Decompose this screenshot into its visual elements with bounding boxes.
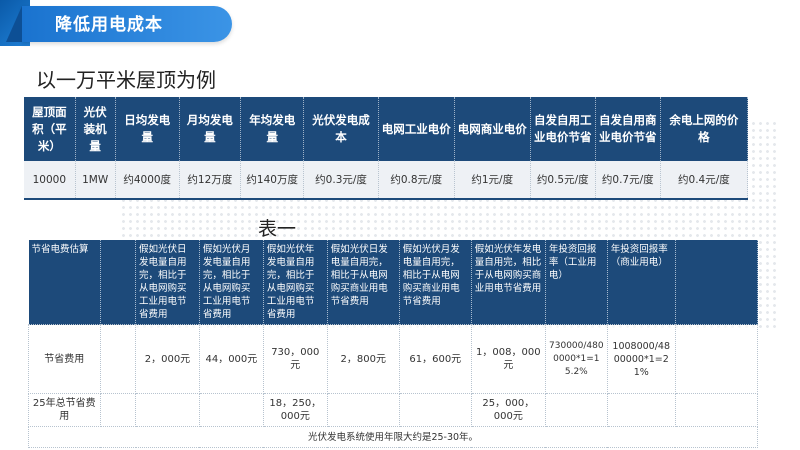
table-2-cell: 1，008，000元	[470, 324, 546, 394]
table-2-cell: 44，000元	[198, 324, 264, 394]
table-2-header-cell: 年投资回报率（商业用电）	[607, 240, 676, 325]
table-2-header-cell: 假如光伏日发电量自用完，相比于从电网购买商业用电节省费用	[327, 240, 400, 325]
table-2-row-note: 光伏发电系统使用年限大约是25-30年。	[28, 426, 758, 448]
table-1-header-cell: 余电上网的价格	[660, 97, 749, 161]
table-2-cell: 1008000/4800000*1=21%	[606, 324, 676, 394]
table-2-header-cell: 节省电费估算	[28, 240, 101, 325]
table-1-cell: 约140万度	[240, 161, 305, 200]
table-1-cell: 约0.8元/度	[378, 161, 455, 200]
table-2-header-cell: 假如光伏月发电量自用完，相比于从电网购买商业用电节省费用	[399, 240, 472, 325]
page-title: 降低用电成本	[55, 15, 163, 35]
table-2-cell: 18，250，000元	[262, 393, 328, 427]
table-2-row-savings: 节省费用 2，000元 44，000元 730，000元 2，800元 61，6…	[28, 324, 759, 394]
table-2-cell: 730000/4800000*1=15.2%	[544, 324, 608, 394]
header-band: 降低用电成本	[0, 0, 800, 46]
table-2-note: 光伏发电系统使用年限大约是25-30年。	[28, 426, 758, 448]
table-2-cell	[135, 393, 200, 427]
table-2-header-cell: 假如光伏日发电量自用完，相比于从电网购买工业用电节省费用	[135, 240, 200, 325]
table-1-cell: 约4000度	[115, 161, 180, 200]
table-1-header-cell: 电网工业电价	[378, 97, 455, 161]
table-2-cell	[606, 393, 676, 427]
table-2-cell	[674, 324, 759, 394]
table-2-cell: 2，800元	[326, 324, 400, 394]
table-1-cell: 1MW	[75, 161, 116, 200]
table-2-header-cell: 年投资回报率（工业用电）	[545, 240, 608, 325]
table-2-cell	[326, 393, 400, 427]
table-1-header-cell: 光伏发电成本	[303, 97, 379, 161]
table-2-cell: 25，000，000元	[470, 393, 546, 427]
table-2-header-cell: 假如光伏年发电量自用完，相比于从电网购买商业用电节省费用	[471, 240, 546, 325]
table-1-header-cell: 月均发电量	[179, 97, 241, 161]
table-1-header-cell: 光伏装机量	[75, 97, 116, 161]
table-1-cell: 约0.5元/度	[530, 161, 596, 200]
table-1-cell: 约0.3元/度	[303, 161, 379, 200]
table-2-header-cell: 假如光伏月发电量自用完，相比于从电网购买工业用电节省费用	[199, 240, 264, 325]
table-2-row-total: 25年总节省费用 18，250，000元 25，000，000元	[28, 393, 759, 427]
table-2-cell: 730，000元	[262, 324, 328, 394]
table-2-cell	[398, 393, 472, 427]
table-1-cell: 约0.7元/度	[595, 161, 661, 200]
table-1-header-row: 屋顶面积（平米） 光伏装机量 日均发电量 月均发电量 年均发电量 光伏发电成本 …	[24, 97, 749, 161]
table-2-cell: 2，000元	[135, 324, 200, 394]
table-1-header-cell: 自发自用商业电价节省	[595, 97, 661, 161]
table-1-cell: 约0.4元/度	[660, 161, 749, 200]
table-2-cell: 61，600元	[398, 324, 472, 394]
table-2-header-cell: 假如光伏年发电量自用完，相比于从电网购买工业用电节省费用	[263, 240, 328, 325]
table-caption: 表一	[258, 218, 297, 240]
table-1-cell: 约12万度	[179, 161, 241, 200]
table-2-cell	[198, 393, 264, 427]
table-1-header-cell: 日均发电量	[115, 97, 180, 161]
table-1-header-cell: 屋顶面积（平米）	[24, 97, 76, 161]
table-1-header-cell: 年均发电量	[240, 97, 305, 161]
subtitle: 以一万平米屋顶为例	[36, 68, 216, 92]
table-1-header-cell: 自发自用工业电价节省	[530, 97, 596, 161]
table-2-cell	[99, 393, 137, 427]
table-2-cell: 节省费用	[28, 324, 101, 394]
table-1-cell: 10000	[24, 161, 76, 200]
table-1: 屋顶面积（平米） 光伏装机量 日均发电量 月均发电量 年均发电量 光伏发电成本 …	[24, 97, 749, 200]
table-2-header-row: 节省电费估算 假如光伏日发电量自用完，相比于从电网购买工业用电节省费用 假如光伏…	[28, 240, 759, 325]
table-1-row: 10000 1MW 约4000度 约12万度 约140万度 约0.3元/度 约0…	[24, 161, 749, 200]
table-2-header-cell	[675, 240, 759, 325]
table-1-cell: 约1元/度	[454, 161, 531, 200]
table-2-cell	[544, 393, 608, 427]
table-2-cell: 25年总节省费用	[28, 393, 101, 427]
table-2: 节省电费估算 假如光伏日发电量自用完，相比于从电网购买工业用电节省费用 假如光伏…	[28, 240, 759, 448]
table-1-header-cell: 电网商业电价	[454, 97, 531, 161]
table-2-header-cell	[100, 240, 137, 325]
table-2-cell	[99, 324, 137, 394]
table-2-cell	[674, 393, 759, 427]
